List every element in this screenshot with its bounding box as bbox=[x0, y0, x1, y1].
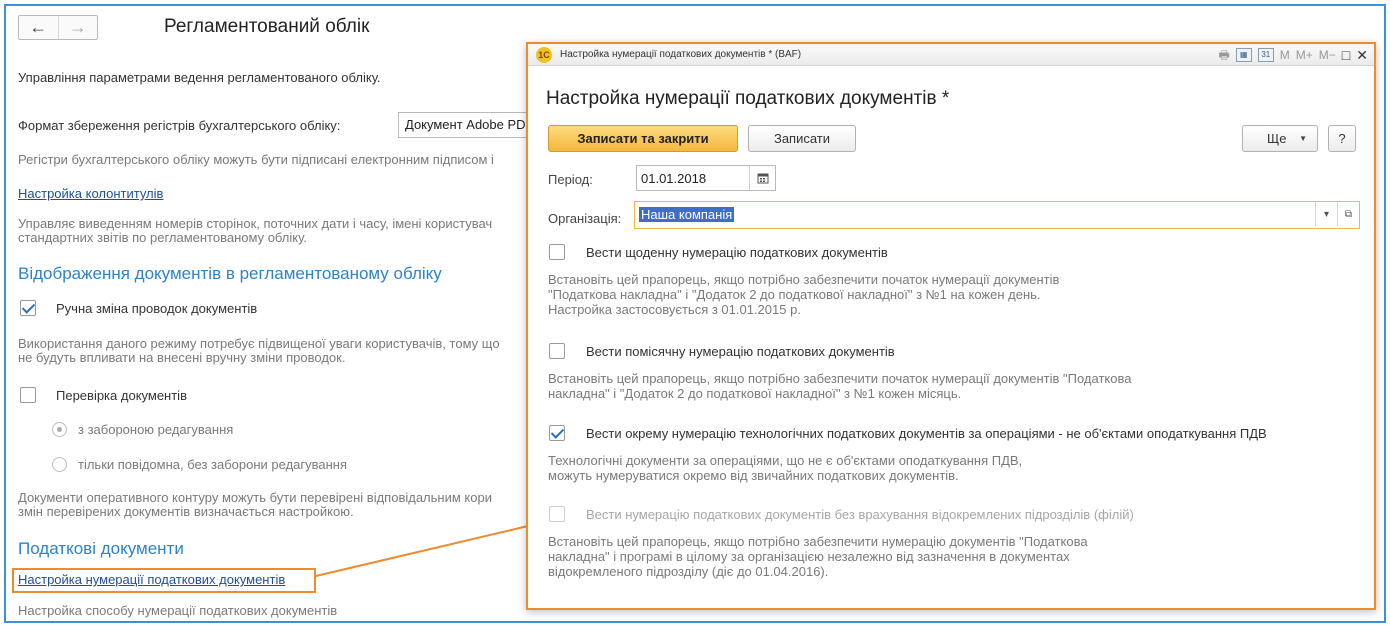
organization-value: Наша компанія bbox=[639, 207, 735, 222]
branches-numbering-desc-2: накладна" і програмі в цілому за організ… bbox=[548, 549, 1070, 564]
period-field[interactable]: 01.01.2018 bbox=[636, 165, 776, 191]
daily-numbering-checkbox[interactable] bbox=[549, 244, 565, 260]
memory-m-button[interactable]: M bbox=[1280, 46, 1290, 64]
close-icon[interactable]: ✕ bbox=[1356, 46, 1368, 64]
separate-numbering-label: Вести окрему нумерацію технологічних под… bbox=[586, 426, 1267, 441]
organization-field[interactable]: Наша компанія ▾ ⧉ bbox=[634, 201, 1360, 229]
branches-numbering-checkbox[interactable] bbox=[549, 506, 565, 522]
monthly-numbering-desc-1: Встановіть цей прапорець, якщо потрібно … bbox=[548, 371, 1132, 386]
branches-numbering-desc-1: Встановіть цей прапорець, якщо потрібно … bbox=[548, 534, 1088, 549]
daily-numbering-desc-1: Встановіть цей прапорець, якщо потрібно … bbox=[548, 272, 1060, 287]
help-button[interactable]: ? bbox=[1328, 125, 1356, 152]
dropdown-icon[interactable]: ▾ bbox=[1315, 202, 1337, 226]
window-title: Настройка нумерації податкових документі… bbox=[560, 49, 802, 60]
monthly-numbering-desc-2: накладна" і "Додаток 2 до податкової нак… bbox=[548, 386, 962, 401]
more-button[interactable]: Ще ▼ bbox=[1242, 125, 1318, 152]
save-button[interactable]: Записати bbox=[748, 125, 856, 152]
open-form-icon[interactable]: ⧉ bbox=[1337, 202, 1359, 226]
titlebar-tools: 🖶 ▦ 31 M M+ M− □ ✕ bbox=[1218, 46, 1368, 64]
monthly-numbering-label: Вести помісячну нумерацію податкових док… bbox=[586, 344, 895, 359]
dialog-titlebar: 1С Настройка нумерації податкових докуме… bbox=[528, 44, 1374, 66]
save-and-close-button[interactable]: Записати та закрити bbox=[548, 125, 738, 152]
daily-numbering-desc-2: "Податкова накладна" і "Додаток 2 до под… bbox=[548, 287, 1041, 302]
calendar-picker-icon[interactable] bbox=[749, 166, 775, 190]
monthly-numbering-checkbox[interactable] bbox=[549, 343, 565, 359]
calendar-icon[interactable]: 31 bbox=[1257, 48, 1274, 62]
chevron-down-icon: ▼ bbox=[1299, 134, 1307, 143]
memory-plus-button[interactable]: M+ bbox=[1296, 46, 1313, 64]
tax-numbering-dialog: 1С Настройка нумерації податкових докуме… bbox=[526, 42, 1376, 610]
maximize-icon[interactable]: □ bbox=[1342, 46, 1350, 64]
screenshot-frame: ← → Регламентований облік Управління пар… bbox=[4, 4, 1386, 623]
daily-numbering-desc-3: Настройка застосовується з 01.01.2015 р. bbox=[548, 302, 801, 317]
separate-numbering-desc-1: Технологічні документи за операціями, що… bbox=[548, 453, 1023, 468]
separate-numbering-desc-2: можуть нумеруватися окремо від звичайних… bbox=[548, 468, 959, 483]
memory-minus-button[interactable]: M− bbox=[1319, 46, 1336, 64]
organization-label: Організація: bbox=[548, 211, 622, 226]
app-logo-icon: 1С bbox=[536, 47, 552, 63]
more-label: Ще bbox=[1267, 131, 1287, 146]
separate-numbering-checkbox[interactable] bbox=[549, 425, 565, 441]
calculator-icon[interactable]: ▦ bbox=[1235, 48, 1252, 62]
daily-numbering-label: Вести щоденну нумерацію податкових докум… bbox=[586, 245, 888, 260]
branches-numbering-label: Вести нумерацію податкових документів бе… bbox=[586, 507, 1134, 522]
period-label: Період: bbox=[548, 172, 593, 187]
printer-icon[interactable]: 🖶 bbox=[1218, 46, 1229, 64]
dialog-title: Настройка нумерації податкових документі… bbox=[546, 88, 950, 109]
branches-numbering-desc-3: відокремленого підрозділу (діє до 01.04.… bbox=[548, 564, 829, 579]
period-value: 01.01.2018 bbox=[641, 171, 707, 186]
